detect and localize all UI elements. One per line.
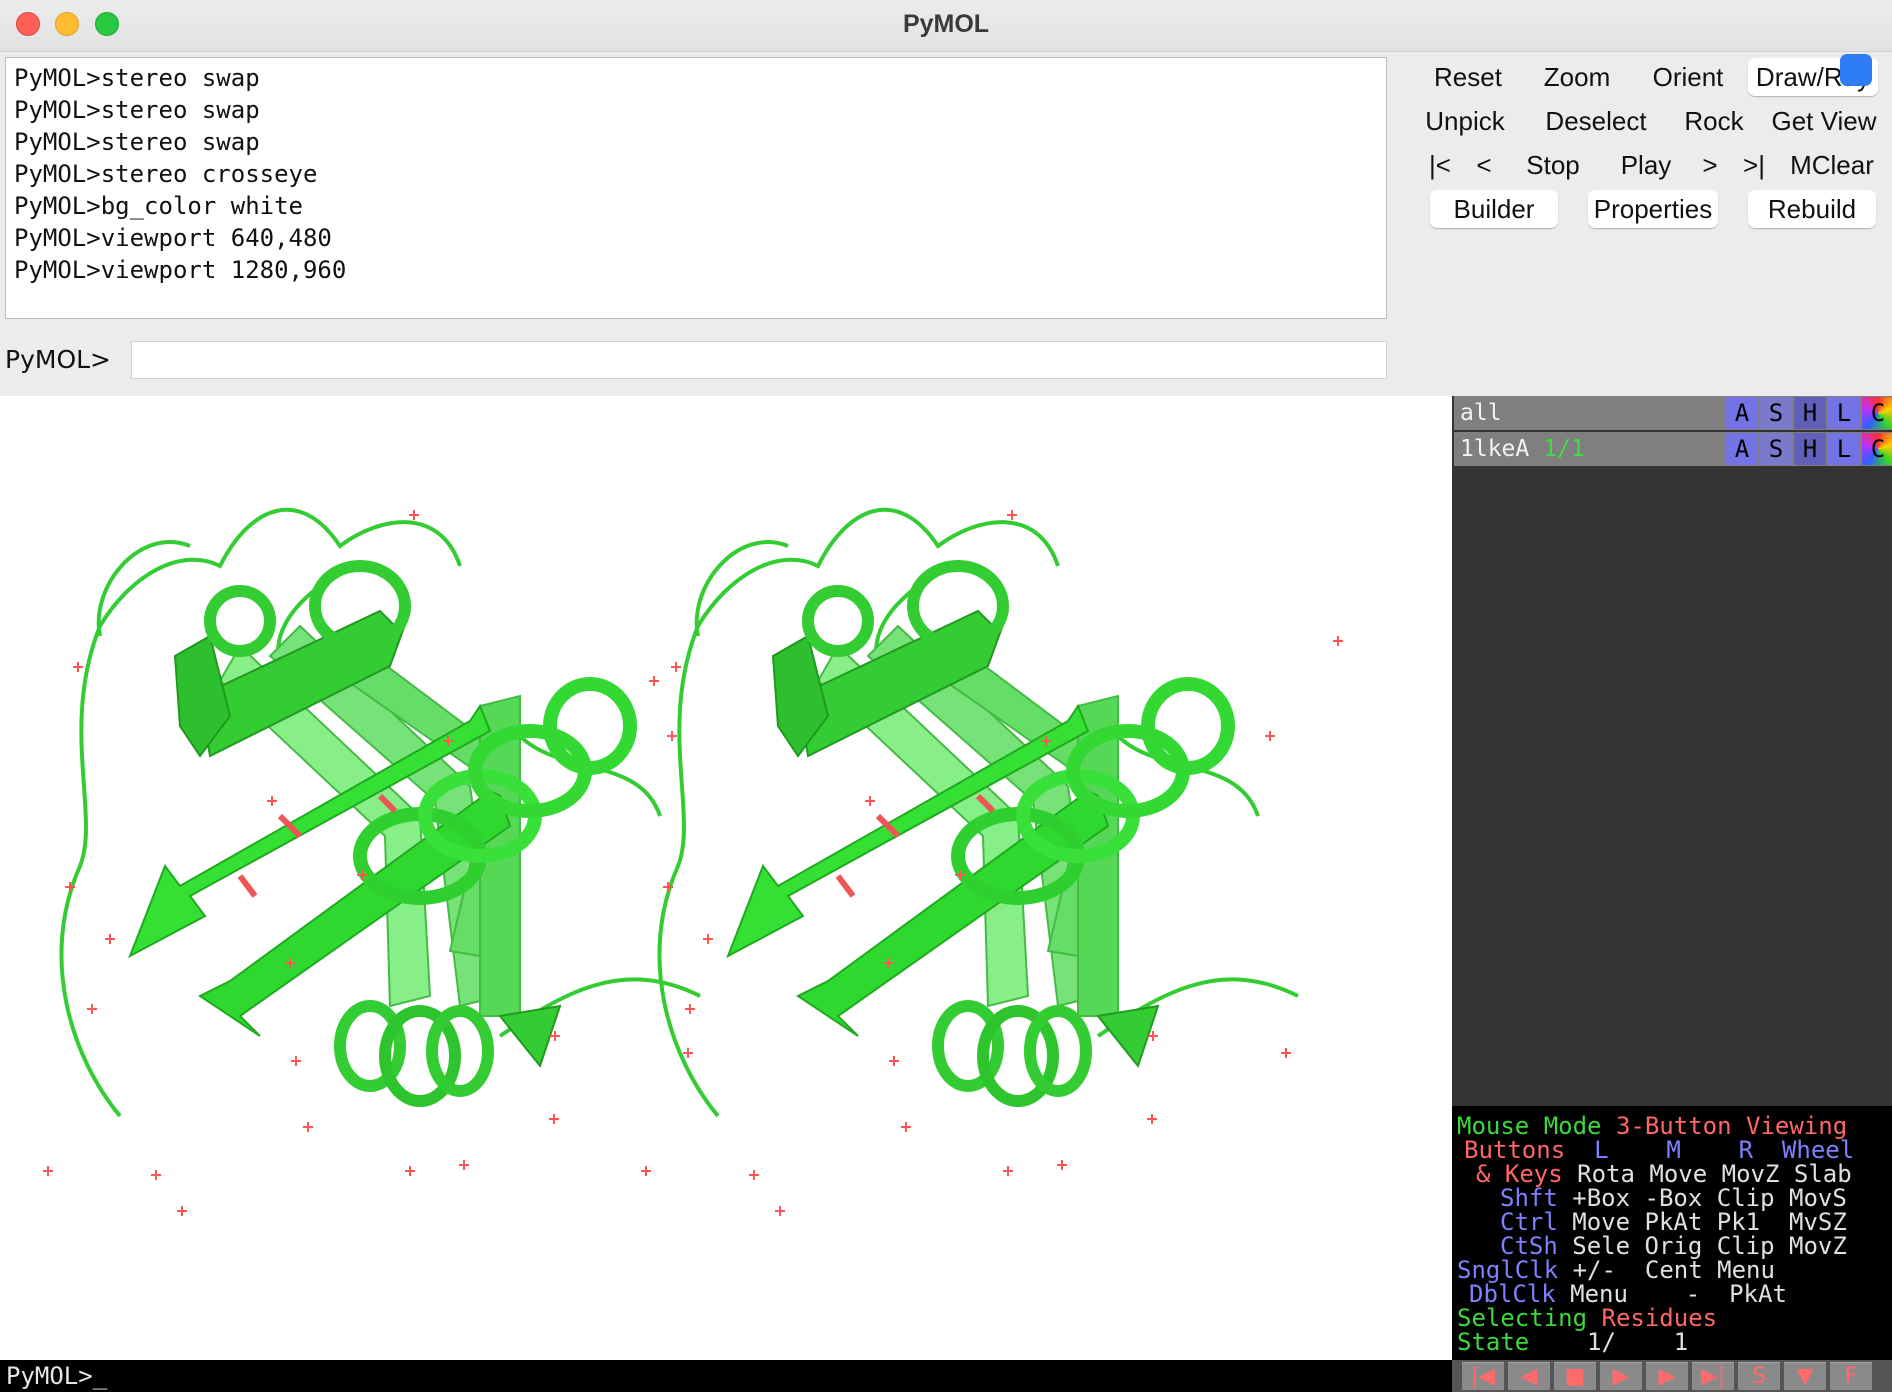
rewind-icon[interactable]: |◀ (1462, 1362, 1504, 1390)
mouse-mode-title-line: Mouse Mode 3-Button Viewing (1457, 1112, 1848, 1140)
object-row-1lkeA[interactable]: 1lkeA 1/1 A S H L C (1454, 432, 1892, 466)
stop-icon[interactable]: ■ (1554, 1362, 1596, 1390)
movie-control-bar: |◀ ◀ ■ ▶ ▶ ▶| S ▼ F (1452, 1360, 1892, 1392)
console-line: PyMOL>bg_color white (14, 192, 303, 220)
movie-prev-button[interactable]: < (1466, 146, 1502, 184)
left-stereo-image (43, 510, 700, 1216)
title-bar: PyMOL (0, 0, 1892, 52)
play-button[interactable]: Play (1610, 146, 1682, 184)
end-icon[interactable]: ▶| (1692, 1362, 1734, 1390)
button-row-2: Unpick Deselect Rock Get View (1420, 102, 1890, 142)
action-button[interactable]: A (1726, 397, 1758, 429)
unpick-button[interactable]: Unpick (1420, 102, 1510, 140)
hide-button[interactable]: H (1794, 433, 1826, 465)
command-input[interactable] (131, 341, 1387, 379)
rock-button[interactable]: Rock (1676, 102, 1752, 140)
builder-button[interactable]: Builder (1430, 190, 1558, 228)
button-panel: Reset Zoom Orient Draw/Ray Unpick Desele… (1420, 54, 1890, 230)
output-console[interactable]: PyMOL>stereo swap PyMOL>stereo swap PyMO… (5, 57, 1387, 319)
console-line: PyMOL>stereo swap (14, 128, 260, 156)
mouse-row-shft: Shft +Box -Box Clip MovS (1500, 1184, 1847, 1212)
mouse-row-ctsh: CtSh Sele Orig Clip MovZ (1500, 1232, 1847, 1260)
color-button[interactable]: C (1862, 433, 1892, 465)
mouse-row-ctrl: Ctrl Move PkAt Pk1 MvSZ (1500, 1208, 1847, 1236)
console-line: PyMOL>viewport 1280,960 (14, 256, 347, 284)
label-button[interactable]: L (1828, 433, 1860, 465)
movie-last-button[interactable]: >| (1734, 146, 1774, 184)
stop-button[interactable]: Stop (1512, 146, 1594, 184)
movie-next-button[interactable]: > (1692, 146, 1728, 184)
color-button[interactable]: C (1862, 397, 1892, 429)
rebuild-button[interactable]: Rebuild (1748, 190, 1876, 228)
button-row-4: Builder Properties Rebuild (1420, 190, 1890, 230)
movie-first-button[interactable]: |< (1420, 146, 1460, 184)
orient-button[interactable]: Orient (1638, 58, 1738, 96)
mouse-mode-panel[interactable]: Mouse Mode 3-Button Viewing Buttons L M … (1452, 1106, 1892, 1360)
molecule-viewer[interactable] (0, 396, 1452, 1360)
fullscreen-icon[interactable]: F (1830, 1362, 1872, 1390)
scene-icon[interactable]: S (1738, 1362, 1780, 1390)
state-line: State 1/ 1 (1457, 1328, 1689, 1356)
deselect-button[interactable]: Deselect (1540, 102, 1652, 140)
mclear-button[interactable]: MClear (1782, 146, 1882, 184)
console-line: PyMOL>stereo swap (14, 96, 260, 124)
step-forward-icon[interactable]: ▶ (1646, 1362, 1688, 1390)
mouse-row-dblclk: DblClk Menu - PkAt (1469, 1280, 1787, 1308)
object-row-all[interactable]: all A S H L C (1454, 396, 1892, 430)
console-line: PyMOL>stereo swap (14, 64, 260, 92)
right-stereo-image (641, 510, 1343, 1216)
properties-button[interactable]: Properties (1588, 190, 1718, 228)
action-button[interactable]: A (1726, 433, 1758, 465)
step-back-icon[interactable]: ◀ (1508, 1362, 1550, 1390)
show-button[interactable]: S (1760, 433, 1792, 465)
top-control-area: PyMOL>stereo swap PyMOL>stereo swap PyMO… (0, 52, 1892, 396)
object-panel: all A S H L C 1lkeA 1/1 A S H L C (1452, 396, 1892, 1106)
selecting-mode-line: Selecting Residues (1457, 1304, 1718, 1332)
show-button[interactable]: S (1760, 397, 1792, 429)
mouse-row-keys: & Keys Rota Move MovZ Slab (1476, 1160, 1852, 1188)
button-row-1: Reset Zoom Orient Draw/Ray (1420, 54, 1890, 98)
button-row-3: |< < Stop Play > >| MClear (1420, 146, 1890, 186)
console-line: PyMOL>stereo crosseye (14, 160, 318, 188)
command-row: PyMOL> (0, 339, 1400, 379)
mouse-row-snglclk: SnglClk +/- Cent Menu (1457, 1256, 1775, 1284)
command-prompt-label: PyMOL> (5, 345, 111, 374)
viewer-status-line: PyMOL>_ (0, 1360, 1452, 1392)
get-view-button[interactable]: Get View (1766, 102, 1882, 140)
object-name: 1lkeA 1/1 (1460, 436, 1585, 462)
menu-arrow-icon[interactable]: ▼ (1784, 1362, 1826, 1390)
reset-button[interactable]: Reset (1422, 58, 1514, 96)
window-title: PyMOL (902, 10, 990, 38)
hide-button[interactable]: H (1794, 397, 1826, 429)
object-name: all (1460, 400, 1502, 426)
console-line: PyMOL>viewport 640,480 (14, 224, 332, 252)
label-button[interactable]: L (1828, 397, 1860, 429)
play-icon[interactable]: ▶ (1600, 1362, 1642, 1390)
mouse-buttons-header: Buttons L M R Wheel (1464, 1136, 1855, 1164)
draw-ray-toggle[interactable] (1840, 54, 1872, 86)
zoom-button[interactable]: Zoom (1532, 58, 1622, 96)
stereo-protein-render (43, 396, 1343, 1216)
